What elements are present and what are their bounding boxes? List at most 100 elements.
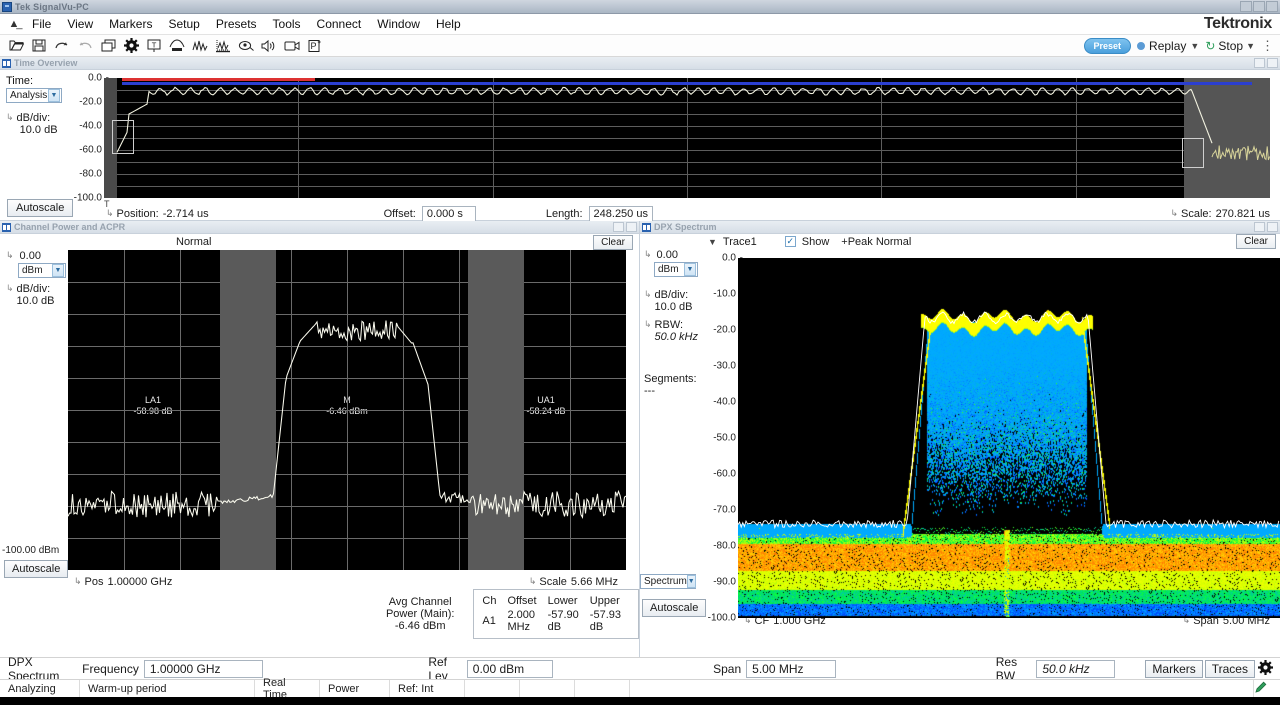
cp-div-setting[interactable]: ↳ dB/div: 10.0 dB [6,283,68,307]
offset-field[interactable]: 0.000 s [422,206,476,222]
time-overview-minimize[interactable] [1254,58,1265,68]
dpx-ref-value[interactable]: 0.00 [657,249,678,261]
time-mode-select[interactable]: Analysis ▼ [6,88,62,103]
menu-item-view[interactable]: View [59,15,101,33]
dpx-ytick-7: -70.0 [713,505,736,516]
dpx-title: DPX Spectrum [654,222,717,232]
hook-icon: ↳ [644,319,652,343]
dpx-show-checkbox[interactable]: ✓ [785,236,796,247]
dpx-ytick-3: -30.0 [713,361,736,372]
dpx-ytick-1: -10.0 [713,289,736,300]
cp-maximize[interactable] [626,222,637,232]
dpx-view-value: Spectrum [644,576,687,587]
scale-hook-icon: ↳ [1170,208,1178,219]
markers-icon[interactable] [166,36,188,56]
dpx-autoscale-button[interactable]: Autoscale [642,599,706,617]
time-overview-plot[interactable] [104,78,1270,198]
menu-item-window[interactable]: Window [369,15,428,33]
channel-power-plot[interactable]: LA1 -58.98 dB M -6.46 dBm UA1 -58.24 dB [68,250,626,570]
menu-item-help[interactable]: Help [428,15,469,33]
cp-minimize[interactable] [613,222,624,232]
eject-icon[interactable]: ▲̲ [4,18,24,30]
cp-clear-button[interactable]: Clear [593,235,633,250]
windows-icon[interactable] [97,36,119,56]
menu-item-tools[interactable]: Tools [265,15,309,33]
preset-button[interactable]: Preset [1084,38,1132,54]
chevron-down-icon[interactable]: ▼ [1190,41,1199,51]
dpx-spectrum-panel: DPX Spectrum ▼ Trace1 ✓ Show +Peak Norma… [640,221,1280,657]
maximize-button[interactable] [1253,1,1265,12]
dpx-trace-name[interactable]: Trace1 [723,236,757,248]
dpx-maximize[interactable] [1267,222,1278,232]
length-field[interactable]: 248.250 us [589,206,653,222]
spectrum-icon[interactable] [212,36,234,56]
dpx-view-select[interactable]: Spectrum ▼ [640,574,696,589]
dpx-rbw-value: 50.0 kHz [655,331,698,343]
traces-icon[interactable] [189,36,211,56]
cp-autoscale-button[interactable]: Autoscale [4,560,68,578]
menu-item-setup[interactable]: Setup [160,15,207,33]
close-button[interactable] [1266,1,1278,12]
time-overview-icon [2,59,11,68]
dpx-ytick-6: -60.0 [713,469,736,480]
time-scale-label: Scale: [1181,208,1212,220]
redo-icon[interactable] [74,36,96,56]
replay-label: Replay [1149,39,1186,53]
cp-ref-value[interactable]: 0.00 [20,250,41,262]
time-mode-value: Analysis [10,90,47,101]
span-input[interactable]: 5.00 MHz [746,660,836,678]
save-icon[interactable] [28,36,50,56]
chevron-down-icon[interactable]: ▼ [708,237,717,247]
ref-level-input[interactable]: 0.00 dBm [467,660,553,678]
audio-icon[interactable] [258,36,280,56]
more-options-icon[interactable]: ⋮ [1261,42,1274,50]
bottom-black-strip [0,697,1280,705]
time-ytick-1: -20.0 [79,97,102,108]
dpx-div-setting[interactable]: ↳ dB/div: 10.0 dB [644,289,700,313]
cp-div-label: dB/div: [17,283,51,295]
chevron-down-icon[interactable]: ▼ [52,264,64,277]
settings-gear-icon[interactable] [1258,660,1273,678]
dpx-rbw-setting[interactable]: ↳ RBW: 50.0 kHz [644,319,700,343]
search-icon[interactable] [235,36,257,56]
time-div-setting[interactable]: ↳ dB/div: 10.0 dB [6,112,66,136]
menu-item-file[interactable]: File [24,15,59,33]
status-slot-6 [520,680,575,697]
chevron-down-icon[interactable]: ▼ [48,89,60,102]
dpx-minimize[interactable] [1254,222,1265,232]
dpx-spectrum-plot[interactable] [738,258,1280,618]
acpr-summary: Avg Channel Power (Main): -6.46 dBm Ch O… [375,589,639,639]
traces-button[interactable]: Traces [1205,660,1255,678]
markers-button[interactable]: Markers [1145,660,1202,678]
cp-pos-label: Pos [85,576,104,588]
trigger-icon[interactable]: T [143,36,165,56]
undo-icon[interactable] [51,36,73,56]
menu-item-presets[interactable]: Presets [208,15,265,33]
dpx-clear-button[interactable]: Clear [1236,234,1276,249]
length-label: Length: [546,208,583,220]
cp-scale-hook-icon: ↳ [529,576,537,587]
menu-item-connect[interactable]: Connect [309,15,370,33]
dpx-show-label: Show [802,236,830,248]
cp-pos-hook-icon: ↳ [74,576,82,587]
time-overview-maximize[interactable] [1267,58,1278,68]
frequency-input[interactable]: 1.00000 GHz [144,660,264,678]
cp-unit-select[interactable]: dBm ▼ [18,263,66,278]
settings-icon[interactable] [120,36,142,56]
dpx-ytick-4: -40.0 [713,397,736,408]
edit-pen-icon[interactable] [1254,680,1268,697]
record-icon[interactable] [281,36,303,56]
chevron-down-icon-2[interactable]: ▼ [1246,41,1255,51]
minimize-button[interactable] [1240,1,1252,12]
open-icon[interactable] [5,36,27,56]
cp-graph-wrap: LA1 -58.98 dB M -6.46 dBm UA1 -58.24 dB [68,250,634,580]
app-icon [2,2,12,12]
chevron-down-icon[interactable]: ▼ [684,263,696,276]
menu-item-markers[interactable]: Markers [101,15,160,33]
chevron-down-icon[interactable]: ▼ [687,575,696,588]
replay-control[interactable]: Replay ▼ [1137,39,1199,53]
preset-plus-icon[interactable]: P [304,36,326,56]
res-bw-input[interactable]: 50.0 kHz [1036,660,1115,678]
dpx-unit-select[interactable]: dBm ▼ [654,262,698,277]
stop-control[interactable]: ↻ Stop ▼ [1205,39,1255,53]
